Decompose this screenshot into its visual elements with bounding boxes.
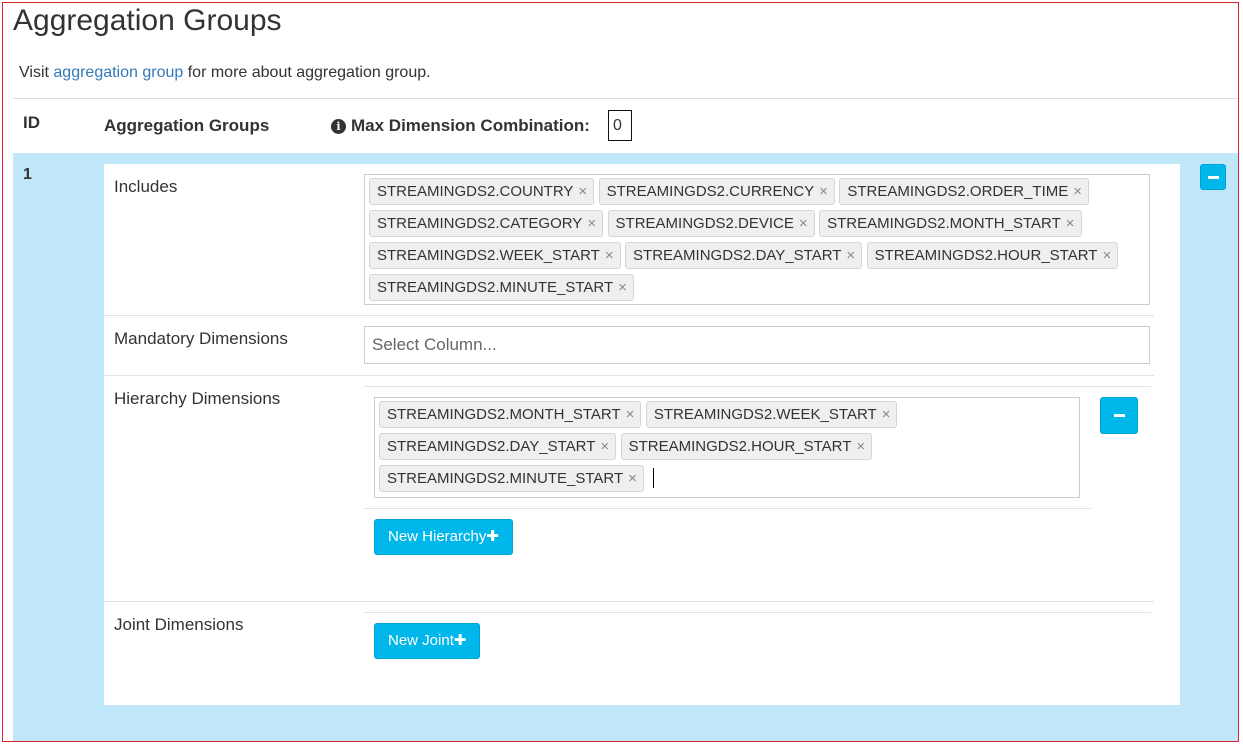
remove-tag-icon[interactable]: × bbox=[819, 183, 828, 200]
tag-label: STREAMINGDS2.HOUR_START bbox=[628, 438, 852, 455]
remove-tag-icon[interactable]: × bbox=[600, 438, 609, 455]
section-divider bbox=[104, 315, 1154, 316]
hierarchy-dimensions-label: Hierarchy Dimensions bbox=[114, 389, 281, 408]
remove-tag-icon[interactable]: × bbox=[587, 215, 596, 232]
joint-top-divider bbox=[364, 612, 1151, 613]
hierarchy-bottom-divider bbox=[364, 508, 1091, 509]
column-header-id: ID bbox=[23, 113, 40, 132]
selected-column-tag: STREAMINGDS2.DEVICE × bbox=[607, 210, 815, 237]
remove-tag-icon[interactable]: × bbox=[1073, 183, 1082, 200]
aggregation-group-link[interactable]: aggregation group bbox=[53, 64, 183, 81]
plus-icon: ✚ bbox=[453, 632, 467, 649]
selected-column-tag: STREAMINGDS2.HOUR_START × bbox=[866, 242, 1119, 269]
tag-label: STREAMINGDS2.MINUTE_START bbox=[387, 470, 624, 487]
selected-column-tag: STREAMINGDS2.MINUTE_START × bbox=[379, 465, 644, 492]
hierarchy-top-divider bbox=[364, 386, 1151, 387]
remove-hierarchy-button[interactable] bbox=[1100, 397, 1138, 434]
tag-label: STREAMINGDS2.MONTH_START bbox=[827, 215, 1061, 232]
selected-column-tag: STREAMINGDS2.DAY_START × bbox=[625, 242, 863, 269]
remove-group-button[interactable] bbox=[1200, 164, 1226, 190]
max-dimension-input[interactable] bbox=[608, 110, 632, 141]
selected-column-tag: STREAMINGDS2.CATEGORY × bbox=[369, 210, 604, 237]
tag-label: STREAMINGDS2.MONTH_START bbox=[387, 406, 621, 423]
selected-column-tag: STREAMINGDS2.MONTH_START × bbox=[379, 401, 642, 428]
remove-tag-icon[interactable]: × bbox=[882, 406, 891, 423]
mandatory-dimensions-label: Mandatory Dimensions bbox=[114, 329, 288, 348]
section-divider bbox=[104, 375, 1154, 376]
remove-tag-icon[interactable]: × bbox=[618, 279, 627, 296]
remove-tag-icon[interactable]: × bbox=[1102, 247, 1111, 264]
remove-tag-icon[interactable]: × bbox=[626, 406, 635, 423]
selected-column-tag: STREAMINGDS2.WEEK_START × bbox=[645, 401, 898, 428]
column-header-aggregation-groups: Aggregation Groups bbox=[104, 116, 270, 135]
tag-label: STREAMINGDS2.DEVICE bbox=[615, 215, 794, 232]
mandatory-dimensions-input[interactable] bbox=[364, 326, 1150, 364]
tag-label: STREAMINGDS2.MINUTE_START bbox=[377, 279, 614, 296]
new-joint-button[interactable]: New Joint✚ bbox=[374, 623, 481, 659]
column-header-max-dimension: i Max Dimension Combination: bbox=[331, 116, 590, 136]
tag-label: STREAMINGDS2.WEEK_START bbox=[653, 406, 877, 423]
tag-label: STREAMINGDS2.HOUR_START bbox=[874, 247, 1098, 264]
hierarchy-select[interactable]: STREAMINGDS2.MONTH_START × STREAMINGDS2.W… bbox=[374, 397, 1080, 498]
selected-column-tag: STREAMINGDS2.WEEK_START × bbox=[369, 242, 621, 269]
page-title: Aggregation Groups bbox=[13, 4, 282, 37]
help-suffix: for more about aggregation group. bbox=[183, 64, 431, 81]
text-cursor bbox=[653, 468, 655, 488]
selected-column-tag: STREAMINGDS2.COUNTRY × bbox=[369, 178, 595, 205]
tag-label: STREAMINGDS2.COUNTRY bbox=[377, 183, 574, 200]
selected-column-tag: STREAMINGDS2.ORDER_TIME × bbox=[839, 178, 1090, 205]
remove-tag-icon[interactable]: × bbox=[628, 470, 637, 487]
new-hierarchy-label: New Hierarchy bbox=[388, 528, 487, 545]
section-divider bbox=[104, 601, 1154, 602]
help-prefix: Visit bbox=[19, 64, 54, 81]
tag-label: STREAMINGDS2.WEEK_START bbox=[377, 247, 600, 264]
tag-label: STREAMINGDS2.CURRENCY bbox=[606, 183, 815, 200]
group-id: 1 bbox=[23, 166, 32, 183]
remove-tag-icon[interactable]: × bbox=[1066, 215, 1075, 232]
new-hierarchy-button[interactable]: New Hierarchy✚ bbox=[374, 519, 513, 555]
selected-column-tag: STREAMINGDS2.DAY_START × bbox=[379, 433, 617, 460]
selected-column-tag: STREAMINGDS2.CURRENCY × bbox=[598, 178, 835, 205]
joint-dimensions-label: Joint Dimensions bbox=[114, 615, 244, 634]
plus-icon: ✚ bbox=[486, 528, 499, 545]
includes-select[interactable]: STREAMINGDS2.COUNTRY × STREAMINGDS2.CURRE… bbox=[364, 174, 1150, 305]
selected-column-tag: STREAMINGDS2.MINUTE_START × bbox=[369, 274, 634, 301]
tag-label: STREAMINGDS2.CATEGORY bbox=[377, 215, 583, 232]
info-icon[interactable]: i bbox=[331, 118, 346, 134]
remove-tag-icon[interactable]: × bbox=[856, 438, 865, 455]
new-joint-label: New Joint bbox=[388, 632, 454, 649]
tag-label: STREAMINGDS2.DAY_START bbox=[387, 438, 596, 455]
max-dimension-label: Max Dimension Combination: bbox=[351, 116, 590, 135]
remove-tag-icon[interactable]: × bbox=[846, 247, 855, 264]
selected-column-tag: STREAMINGDS2.MONTH_START × bbox=[819, 210, 1082, 237]
header-divider bbox=[13, 98, 1238, 99]
help-text: Visit aggregation group for more about a… bbox=[19, 64, 431, 82]
selected-column-tag: STREAMINGDS2.HOUR_START × bbox=[620, 433, 873, 460]
tag-label: STREAMINGDS2.DAY_START bbox=[633, 247, 842, 264]
remove-tag-icon[interactable]: × bbox=[799, 215, 808, 232]
remove-tag-icon[interactable]: × bbox=[605, 247, 614, 264]
remove-tag-icon[interactable]: × bbox=[578, 183, 587, 200]
includes-label: Includes bbox=[114, 177, 178, 196]
tag-label: STREAMINGDS2.ORDER_TIME bbox=[847, 183, 1069, 200]
